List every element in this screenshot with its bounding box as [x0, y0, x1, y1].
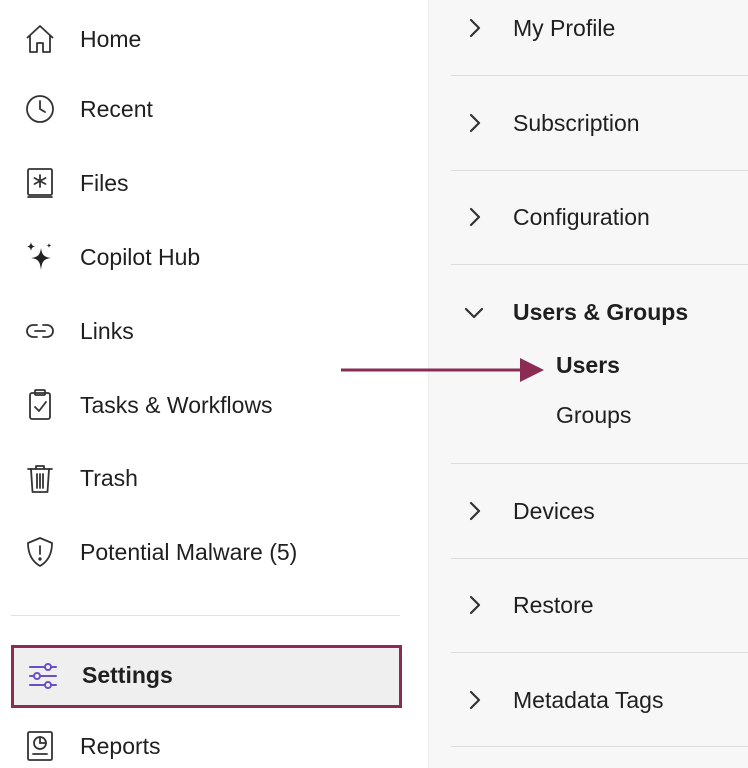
section-divider	[451, 746, 748, 747]
section-restore[interactable]: Restore	[451, 585, 748, 625]
sidebar-item-label: Files	[80, 169, 129, 196]
section-label: My Profile	[513, 14, 616, 41]
section-label: Users & Groups	[513, 298, 689, 325]
clipboard-check-icon	[20, 385, 60, 425]
chevron-right-icon	[469, 207, 481, 227]
chevron-right-icon	[469, 113, 481, 133]
sliders-icon	[23, 656, 63, 696]
sidebar-item-reports[interactable]: Reports	[20, 726, 400, 766]
annotation-arrow	[341, 358, 544, 382]
sidebar-item-label: Recent	[80, 95, 153, 122]
files-icon	[20, 163, 60, 203]
section-divider	[451, 558, 748, 559]
sidebar-item-recent[interactable]: Recent	[20, 89, 400, 129]
subsection-users[interactable]: Users	[556, 352, 620, 379]
section-subscription[interactable]: Subscription	[451, 103, 748, 143]
chevron-right-icon	[469, 501, 481, 521]
section-devices[interactable]: Devices	[451, 491, 748, 531]
sidebar-item-home[interactable]: Home	[20, 19, 400, 59]
link-icon	[20, 311, 60, 351]
sidebar-item-label: Tasks & Workflows	[80, 391, 273, 418]
shield-alert-icon	[20, 532, 60, 572]
sidebar-item-potential-malware[interactable]: Potential Malware (5)	[20, 532, 400, 572]
sidebar-item-tasks-workflows[interactable]: Tasks & Workflows	[20, 385, 400, 425]
subsection-groups[interactable]: Groups	[556, 402, 631, 429]
section-label: Metadata Tags	[513, 686, 664, 713]
trash-icon	[20, 458, 60, 498]
section-label: Configuration	[513, 203, 650, 230]
section-metadata-tags[interactable]: Metadata Tags	[451, 680, 748, 720]
section-label: Subscription	[513, 109, 640, 136]
section-my-profile[interactable]: My Profile	[451, 8, 748, 48]
sidebar-item-label: Potential Malware (5)	[80, 538, 298, 565]
sidebar-item-label: Reports	[80, 732, 161, 759]
section-configuration[interactable]: Configuration	[451, 197, 748, 237]
sidebar-item-trash[interactable]: Trash	[20, 458, 400, 498]
chevron-right-icon	[469, 595, 481, 615]
section-divider	[451, 170, 748, 171]
sparkle-icon	[20, 237, 60, 277]
section-users-groups[interactable]: Users & Groups	[451, 292, 748, 332]
section-divider	[451, 463, 748, 464]
chevron-down-icon	[464, 307, 484, 319]
chevron-right-icon	[469, 18, 481, 38]
section-divider	[451, 264, 748, 265]
clock-icon	[20, 89, 60, 129]
section-divider	[451, 652, 748, 653]
sidebar-item-label: Links	[80, 317, 134, 344]
report-icon	[20, 726, 60, 766]
section-divider	[451, 75, 748, 76]
sidebar-item-settings[interactable]: Settings	[11, 645, 402, 708]
sidebar-item-copilot-hub[interactable]: Copilot Hub	[20, 237, 400, 277]
sidebar-item-label: Settings	[82, 662, 173, 688]
chevron-right-icon	[469, 690, 481, 710]
section-label: Restore	[513, 591, 594, 618]
sidebar-item-files[interactable]: Files	[20, 163, 400, 203]
sidebar-item-label: Trash	[80, 464, 138, 491]
home-icon	[20, 19, 60, 59]
sidebar-item-links[interactable]: Links	[20, 311, 400, 351]
section-label: Devices	[513, 497, 595, 524]
sidebar-item-label: Home	[80, 25, 142, 52]
sidebar-item-label: Copilot Hub	[80, 243, 201, 270]
sidebar-divider	[11, 615, 400, 616]
